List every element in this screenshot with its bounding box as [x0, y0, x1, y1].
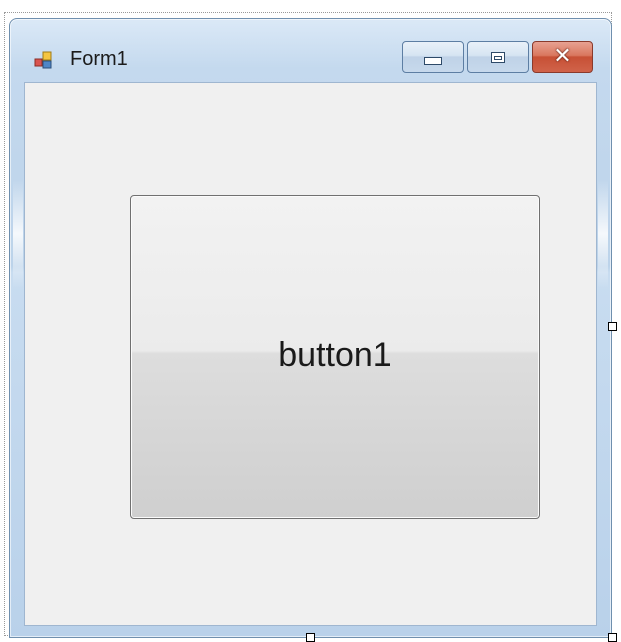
close-button[interactable]: ✕	[532, 41, 593, 73]
resize-grip-bottom-right[interactable]	[608, 633, 617, 642]
button1[interactable]: button1	[130, 195, 540, 519]
title-bar[interactable]: Form1 ✕	[10, 19, 611, 81]
close-icon: ✕	[553, 44, 572, 69]
minimize-button[interactable]	[402, 41, 464, 73]
window-title: Form1	[70, 48, 128, 70]
form-window[interactable]: Form1 ✕ button1	[9, 18, 612, 638]
maximize-icon	[491, 51, 505, 63]
resize-grip-bottom[interactable]	[306, 633, 315, 642]
resize-grip-right[interactable]	[608, 322, 617, 331]
caption-buttons: ✕	[402, 41, 593, 75]
form-client-area[interactable]: button1	[24, 82, 597, 626]
minimize-icon	[424, 57, 442, 65]
designer-surface: Form1 ✕ button1	[0, 0, 621, 642]
button1-label: button1	[278, 335, 392, 374]
form-app-icon	[34, 51, 52, 69]
maximize-button[interactable]	[467, 41, 529, 73]
